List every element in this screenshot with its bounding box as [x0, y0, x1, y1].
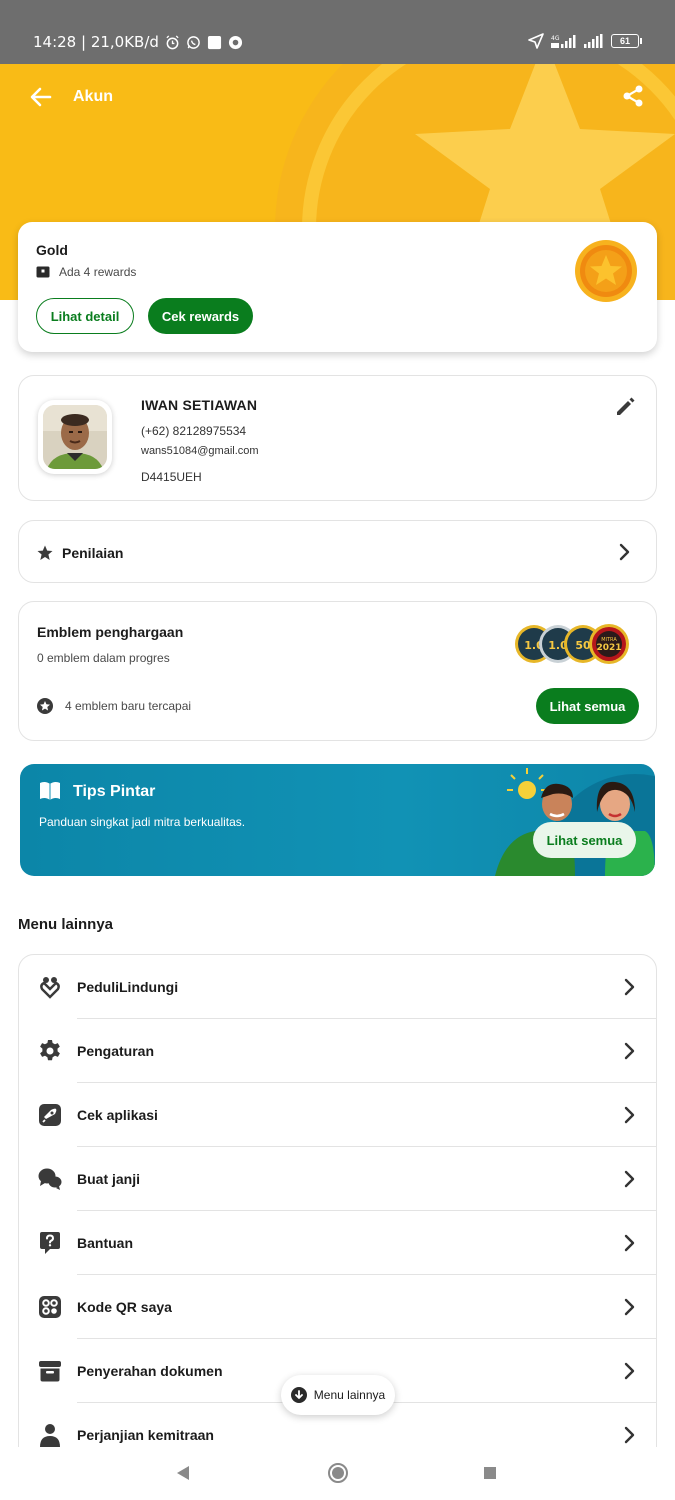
tips-subtitle: Panduan singkat jadi mitra berkualitas.: [39, 815, 246, 829]
profile-driver-id: D4415UEH: [141, 470, 202, 484]
status-left: 14:28 | 21,0KB/d: [33, 33, 243, 51]
chevron-right-icon: [624, 1234, 635, 1252]
profile-phone: (+62) 82128975534: [141, 424, 247, 438]
qr-code-icon: [39, 1296, 61, 1318]
alarm-icon: [166, 34, 179, 49]
battery-icon: 61: [611, 34, 642, 48]
gold-medal-icon: [575, 240, 637, 302]
scroll-to-menu-button[interactable]: Menu lainnya: [281, 1375, 395, 1415]
rewards-count-text: Ada 4 rewards: [59, 265, 137, 279]
care-protect-icon: [40, 977, 60, 999]
tips-see-all-button[interactable]: Lihat semua: [533, 822, 636, 858]
menu-item-appointment[interactable]: Buat janji: [19, 1147, 656, 1211]
system-nav-bar: [0, 1447, 675, 1500]
menu-section-title: Menu lainnya: [18, 916, 114, 933]
menu-item-check-app[interactable]: Cek aplikasi: [19, 1083, 656, 1147]
notification-square-icon: [207, 35, 221, 49]
menu-item-label: Cek aplikasi: [77, 1107, 158, 1123]
edit-pencil-icon[interactable]: [614, 396, 636, 418]
rating-label: Penilaian: [62, 545, 124, 561]
profile-card[interactable]: IWAN SETIAWAN (+62) 82128975534 wans5108…: [18, 375, 657, 501]
rating-row[interactable]: Penilaian: [18, 520, 657, 583]
emblem-new-text: 4 emblem baru tercapai: [65, 699, 192, 713]
detail-button[interactable]: Lihat detail: [36, 298, 134, 334]
status-right: 4G 61: [528, 33, 642, 49]
signal-icon: [584, 34, 603, 48]
emblem-card: Emblem penghargaan 0 emblem dalam progre…: [18, 601, 657, 741]
profile-name: IWAN SETIAWAN: [141, 397, 258, 413]
archive-box-icon: [39, 1361, 61, 1382]
star-icon: [37, 545, 53, 560]
signal-4g-icon: 4G: [551, 35, 576, 48]
gojek-icon: [228, 35, 242, 49]
share-icon[interactable]: [621, 84, 645, 108]
tier-title: Gold: [36, 242, 68, 258]
arrow-down-circle-icon: [290, 1387, 307, 1403]
chevron-right-icon: [624, 1170, 635, 1188]
menu-item-label: PeduliLindungi: [77, 979, 179, 995]
emblem-progress-text: 0 emblem dalam progres: [37, 651, 170, 665]
tips-illustration-icon: [495, 768, 655, 876]
chevron-right-icon: [624, 1042, 635, 1060]
check-rewards-button[interactable]: Cek rewards: [148, 298, 253, 334]
tier-card: Gold Ada 4 rewards Lihat detail Cek rewa…: [18, 222, 657, 352]
whatsapp-icon: [187, 35, 200, 49]
svg-text:50: 50: [575, 639, 591, 652]
menu-item-label: Penyerahan dokumen: [77, 1363, 223, 1379]
chevron-right-icon: [619, 543, 630, 561]
chevron-right-icon: [624, 1298, 635, 1316]
gear-icon: [40, 1040, 60, 1061]
emblem-title: Emblem penghargaan: [37, 624, 184, 640]
tips-banner[interactable]: Tips Pintar Panduan singkat jadi mitra b…: [20, 764, 655, 876]
nav-back-icon[interactable]: [176, 1465, 190, 1481]
chevron-right-icon: [624, 1362, 635, 1380]
avatar: [43, 405, 107, 469]
menu-item-label: Kode QR saya: [77, 1299, 172, 1315]
chat-bubbles-icon: [38, 1168, 62, 1190]
battery-level: 61: [619, 36, 630, 46]
emblem-new-line: 4 emblem baru tercapai: [37, 698, 191, 714]
star-badge-icon: [37, 698, 53, 714]
help-icon: [40, 1232, 60, 1254]
menu-item-qr-code[interactable]: Kode QR saya: [19, 1275, 656, 1339]
emblem-see-all-button[interactable]: Lihat semua: [536, 688, 639, 724]
profile-email: wans51084@gmail.com: [141, 445, 259, 457]
open-book-icon: [40, 781, 60, 800]
rocket-icon: [39, 1104, 61, 1126]
chevron-right-icon: [624, 1106, 635, 1124]
svg-text:2021: 2021: [596, 643, 621, 653]
menu-item-label: Perjanjian kemitraan: [77, 1427, 214, 1443]
menu-item-label: Buat janji: [77, 1171, 141, 1187]
menu-item-help[interactable]: Bantuan: [19, 1211, 656, 1275]
person-icon: [40, 1424, 60, 1447]
svg-text:4G: 4G: [551, 35, 560, 42]
emblem-badges-icon: 1.0 1.0 50 MITRA 2021: [515, 624, 629, 664]
nav-recents-icon[interactable]: [483, 1466, 497, 1480]
menu-item-pedulilindungi[interactable]: PeduliLindungi: [19, 955, 656, 1019]
page-title: Akun: [73, 88, 113, 105]
chevron-right-icon: [624, 978, 635, 996]
menu-item-label: Pengaturan: [77, 1043, 155, 1059]
treasure-chest-icon: [36, 266, 50, 278]
back-arrow-icon[interactable]: [28, 84, 54, 110]
chevron-right-icon: [624, 1426, 635, 1444]
location-arrow-icon: [528, 33, 544, 49]
avatar-frame: [38, 400, 112, 474]
rewards-line: Ada 4 rewards: [36, 265, 136, 279]
nav-home-icon[interactable]: [328, 1463, 348, 1483]
menu-item-settings[interactable]: Pengaturan: [19, 1019, 656, 1083]
menu-list: PeduliLindungi Pengaturan Cek aplikasi B…: [18, 954, 657, 1500]
scroll-to-menu-label: Menu lainnya: [313, 1388, 386, 1402]
status-time-speed: 14:28 | 21,0KB/d: [33, 33, 159, 51]
tips-title: Tips Pintar: [73, 783, 156, 800]
menu-item-label: Bantuan: [77, 1235, 133, 1251]
status-bar: 14:28 | 21,0KB/d 4G 61: [0, 0, 675, 64]
